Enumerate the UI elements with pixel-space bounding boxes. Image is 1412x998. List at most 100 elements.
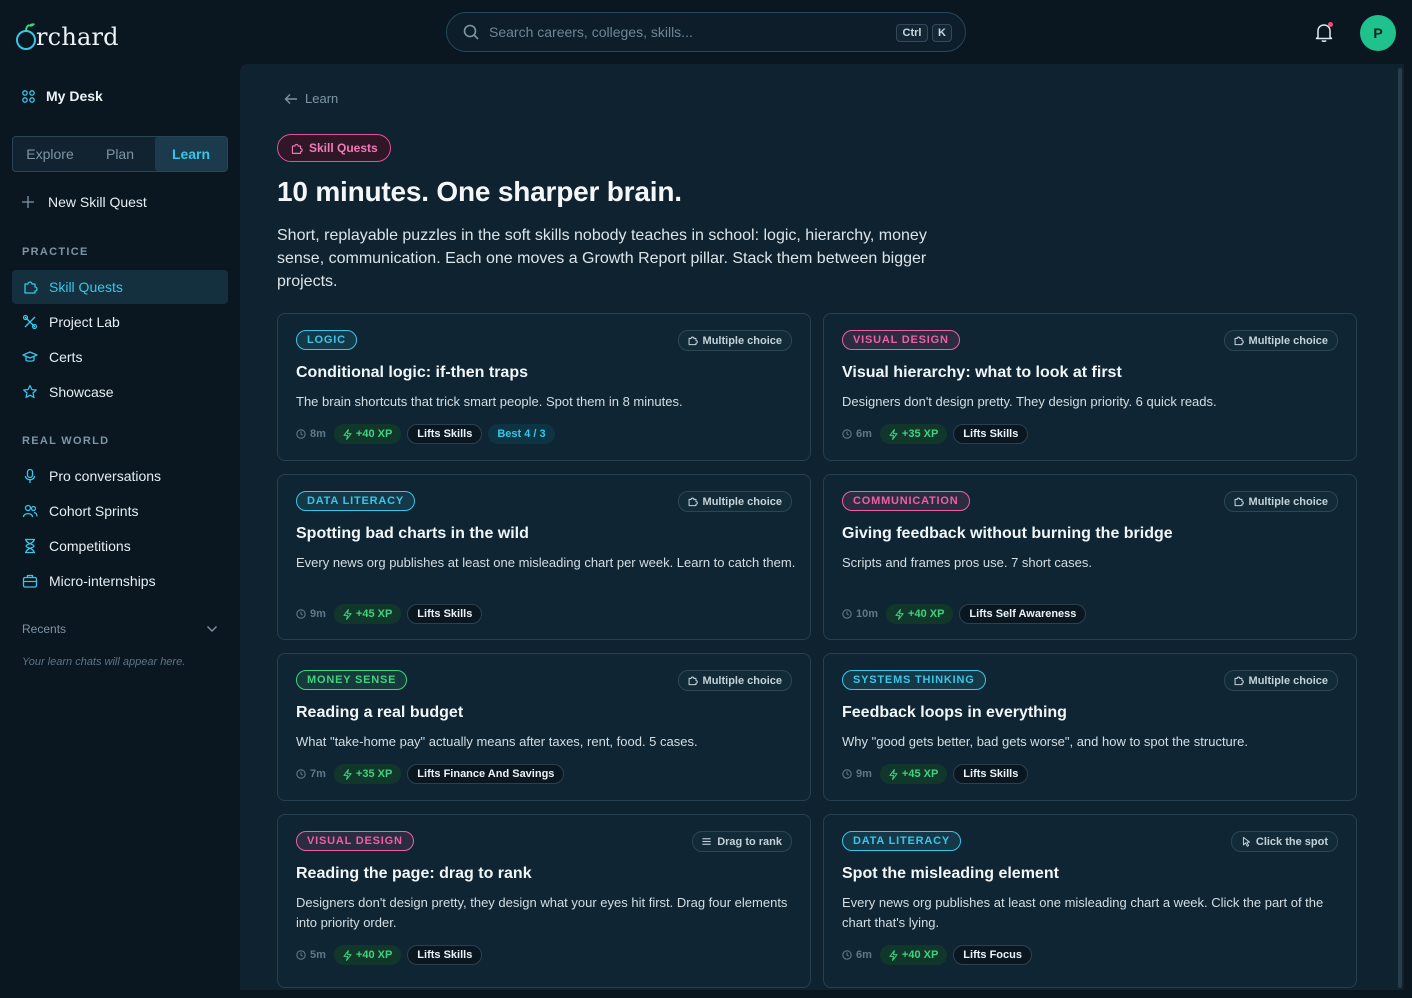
format-label: Drag to rank	[717, 835, 782, 848]
format-label: Multiple choice	[702, 495, 782, 508]
recents-toggle[interactable]: Recents	[22, 622, 218, 636]
quest-card[interactable]: LOGIC Multiple choice Conditional logic: i…	[277, 313, 811, 461]
tab-plan[interactable]: Plan	[87, 137, 153, 171]
xp-label: +40 XP	[901, 949, 939, 961]
lifts-badge: Lifts Focus	[953, 945, 1032, 965]
quest-meta: 10m +40 XP Lifts Self Awareness	[842, 604, 1087, 624]
sidebar-item-pro-conversations[interactable]: Pro conversations	[12, 459, 228, 493]
quest-meta: 7m +35 XP Lifts Finance And Savings	[296, 764, 565, 784]
sidebar-item-label: Competitions	[49, 538, 131, 554]
puzzle-icon	[688, 497, 698, 507]
my-desk-link[interactable]: My Desk	[22, 88, 103, 104]
skill-quests-pill: Skill Quests	[277, 134, 391, 162]
xp-label: +35 XP	[901, 428, 939, 440]
xp-label: +40 XP	[355, 428, 393, 440]
quest-meta: 9m +45 XP Lifts Skills	[296, 604, 483, 624]
format-label: Multiple choice	[702, 334, 782, 347]
search-input[interactable]	[489, 24, 869, 40]
xp-badge: +40 XP	[333, 424, 402, 444]
quest-title[interactable]: Spotting bad charts in the wild	[296, 525, 529, 543]
quest-title[interactable]: Reading the page: drag to rank	[296, 865, 532, 883]
category-badge: LOGIC	[296, 330, 357, 350]
bolt-icon	[889, 768, 898, 780]
quest-title[interactable]: Feedback loops in everything	[842, 704, 1067, 722]
breadcrumb[interactable]: Learn	[284, 91, 338, 106]
clock-icon	[842, 429, 852, 439]
grid-icon	[22, 89, 35, 103]
quest-title[interactable]: Conditional logic: if-then traps	[296, 364, 528, 382]
quest-card[interactable]: SYSTEMS THINKING Multiple choice Feedback …	[823, 653, 1357, 801]
puzzle-icon	[24, 281, 38, 294]
quest-title[interactable]: Reading a real budget	[296, 704, 463, 722]
quest-description: What "take-home pay" actually means afte…	[296, 734, 698, 749]
quest-title[interactable]: Giving feedback without burning the brid…	[842, 525, 1173, 543]
sidebar-item-label: Micro-internships	[49, 573, 156, 589]
microphone-icon	[24, 468, 36, 483]
duration: 9m	[842, 768, 872, 780]
search-icon	[463, 24, 479, 40]
quest-title[interactable]: Visual hierarchy: what to look at first	[842, 364, 1122, 382]
quest-card[interactable]: VISUAL DESIGN Multiple choice Visual hiera…	[823, 313, 1357, 461]
format-badge: Multiple choice	[677, 330, 792, 351]
graduation-cap-icon	[22, 351, 38, 362]
format-label: Multiple choice	[702, 674, 782, 687]
quest-title[interactable]: Spot the misleading element	[842, 865, 1059, 883]
lifts-badge: Lifts Finance And Savings	[407, 764, 565, 784]
sidebar-item-certs[interactable]: Certs	[12, 340, 228, 374]
quest-card[interactable]: DATA LITERACY Click the spot Spot the misl…	[823, 814, 1357, 988]
sidebar-item-skill-quests[interactable]: Skill Quests	[12, 270, 228, 304]
xp-badge: +45 XP	[333, 604, 402, 624]
my-desk-label: My Desk	[46, 88, 103, 104]
lifts-badge: Lifts Skills	[953, 424, 1029, 444]
top-bar: rchard Ctrl K P	[0, 0, 1412, 64]
avatar[interactable]: P	[1360, 15, 1396, 51]
duration: 8m	[296, 428, 326, 440]
star-icon	[23, 384, 37, 399]
format-label: Multiple choice	[1248, 334, 1328, 347]
orchard-logo[interactable]: rchard	[15, 18, 119, 52]
sidebar-item-label: Skill Quests	[49, 279, 123, 295]
clock-icon	[296, 950, 306, 960]
lifts-badge: Lifts Skills	[407, 424, 483, 444]
realworld-section-label: REAL WORLD	[22, 435, 110, 447]
quest-description: Every news org publishes at least one mi…	[842, 895, 1324, 930]
new-skill-quest-button[interactable]: New Skill Quest	[22, 194, 147, 210]
duration-label: 10m	[856, 608, 879, 620]
lifts-badge: Lifts Skills	[953, 764, 1029, 784]
xp-badge: +45 XP	[879, 764, 948, 784]
sidebar-item-label: Showcase	[49, 384, 114, 400]
format-badge: Multiple choice	[677, 491, 792, 512]
plus-icon	[22, 196, 34, 208]
notification-dot	[1328, 22, 1333, 27]
sidebar-item-project-lab[interactable]: Project Lab	[12, 305, 228, 339]
quest-card[interactable]: DATA LITERACY Multiple choice Spotting bad…	[277, 474, 811, 640]
xp-label: +40 XP	[908, 608, 945, 620]
quest-meta: 6m +35 XP Lifts Skills	[842, 424, 1029, 444]
lifts-badge: Lifts Skills	[407, 604, 483, 624]
best-score-badge: Best 4 / 3	[488, 424, 555, 444]
quest-card[interactable]: COMMUNICATION Multiple choice Giving feedb…	[823, 474, 1357, 640]
quest-card[interactable]: MONEY SENSE Multiple choice Reading a real…	[277, 653, 811, 801]
main-panel: Learn Skill Quests 10 minutes. One sharp…	[240, 64, 1404, 990]
xp-badge: +35 XP	[333, 764, 402, 784]
search-bar[interactable]: Ctrl K	[446, 12, 966, 52]
tab-explore[interactable]: Explore	[13, 137, 87, 171]
duration-label: 5m	[310, 949, 326, 961]
bolt-icon	[889, 949, 898, 961]
sidebar-item-showcase[interactable]: Showcase	[12, 375, 228, 409]
tools-icon	[22, 314, 38, 330]
duration-label: 7m	[310, 768, 326, 780]
hourglass-icon	[25, 538, 35, 554]
puzzle-icon	[688, 676, 698, 686]
clock-icon	[842, 950, 852, 960]
tab-learn[interactable]: Learn	[155, 137, 227, 171]
xp-badge: +35 XP	[879, 424, 948, 444]
quest-card[interactable]: VISUAL DESIGN Drag to rank Reading the pag…	[277, 814, 811, 988]
sidebar-item-cohort-sprints[interactable]: Cohort Sprints	[12, 494, 228, 528]
new-skill-quest-label: New Skill Quest	[48, 194, 147, 210]
sidebar-item-competitions[interactable]: Competitions	[12, 529, 228, 563]
duration-label: 8m	[310, 428, 326, 440]
category-badge: SYSTEMS THINKING	[842, 670, 986, 690]
scrollbar-thumb[interactable]	[1398, 68, 1402, 988]
sidebar-item-micro-internships[interactable]: Micro-internships	[12, 564, 228, 598]
